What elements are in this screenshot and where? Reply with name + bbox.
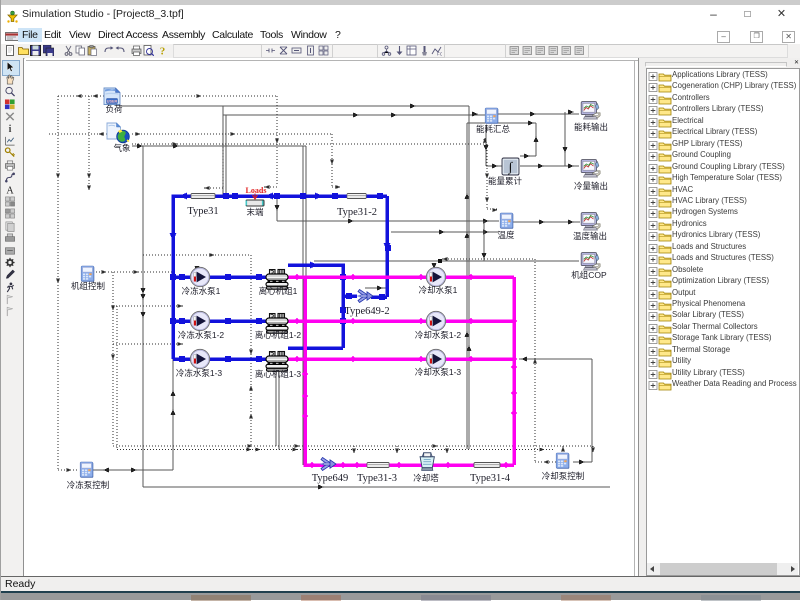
svg-text:Loads: Loads [246, 186, 267, 195]
svg-text:冷却水泵1: 冷却水泵1 [419, 285, 458, 295]
svg-text:能量累计: 能量累计 [488, 176, 523, 186]
svg-text:负荷: 负荷 [105, 104, 123, 114]
svg-text:离心机组1: 离心机组1 [259, 286, 298, 296]
svg-text:离心机组1-2: 离心机组1-2 [255, 330, 302, 340]
svg-text:能耗输出: 能耗输出 [574, 122, 608, 132]
svg-text:Type31-4: Type31-4 [470, 473, 511, 484]
svg-text:温度: 温度 [497, 230, 515, 240]
svg-text:A: A [6, 186, 14, 195]
svg-text:冷却水泵1-2: 冷却水泵1-2 [415, 330, 462, 340]
svg-text:能耗汇总: 能耗汇总 [476, 124, 511, 134]
svg-text:i: i [9, 124, 12, 134]
svg-text:Type31-3: Type31-3 [357, 473, 397, 484]
svg-text:气象: 气象 [113, 143, 131, 153]
svg-text:Type649: Type649 [312, 473, 349, 484]
svg-text:离心机组1-3: 离心机组1-3 [255, 369, 302, 379]
svg-text:?: ? [160, 46, 166, 57]
svg-text:Type31: Type31 [187, 206, 218, 217]
svg-text:冷冻水泵1-2: 冷冻水泵1-2 [178, 330, 225, 340]
svg-text:冷冻水泵1: 冷冻水泵1 [182, 286, 221, 296]
svg-text:冷量输出: 冷量输出 [574, 181, 608, 191]
svg-text:冷却水泵1-3: 冷却水泵1-3 [415, 367, 462, 377]
svg-text:冷冻泵控制: 冷冻泵控制 [67, 480, 110, 490]
svg-text:冷冻水泵1-3: 冷冻水泵1-3 [176, 368, 223, 378]
svg-text:温度输出: 温度输出 [573, 231, 607, 241]
svg-text:机组控制: 机组控制 [71, 281, 105, 291]
svg-text:Type31-2: Type31-2 [337, 207, 377, 218]
svg-text:冷却塔: 冷却塔 [413, 473, 439, 483]
svg-text:Type649-2: Type649-2 [344, 306, 389, 317]
svg-text:机组COP: 机组COP [571, 270, 607, 280]
svg-text:FOR: FOR [437, 52, 442, 57]
svg-text:末端: 末端 [246, 207, 264, 217]
svg-text:冷却泵控制: 冷却泵控制 [542, 471, 585, 481]
